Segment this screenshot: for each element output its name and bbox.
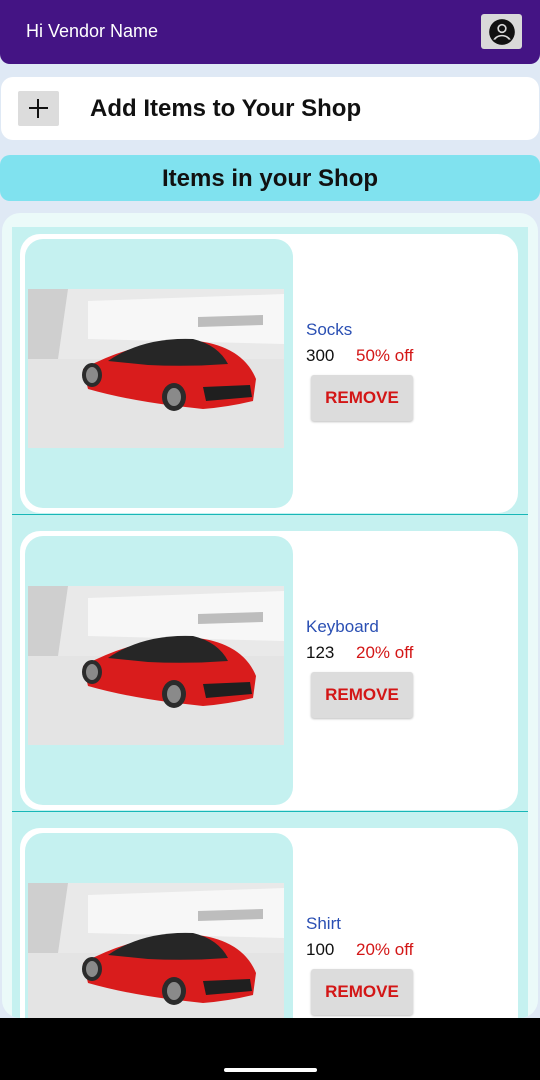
- item-price: 100: [306, 940, 335, 959]
- item-price: 123: [306, 643, 335, 662]
- item-name: Keyboard: [306, 617, 379, 636]
- add-items-label: Add Items to Your Shop: [90, 95, 362, 122]
- account-button[interactable]: [481, 14, 522, 49]
- account-circle-icon: [488, 18, 515, 45]
- item-price: 300: [306, 346, 335, 365]
- list-item: Socks 300 50% off REMOVE: [12, 227, 528, 515]
- list-item: Shirt 100 20% off REMOVE: [12, 821, 528, 1018]
- remove-item-button[interactable]: REMOVE: [311, 375, 413, 421]
- home-indicator[interactable]: [224, 1068, 317, 1072]
- item-name: Shirt: [306, 914, 341, 933]
- item-image-frame: [25, 239, 293, 508]
- item-image-frame: [25, 833, 293, 1018]
- item-name: Socks: [306, 320, 353, 339]
- remove-item-button[interactable]: REMOVE: [311, 969, 413, 1015]
- item-photo: [28, 883, 284, 1018]
- item-card: Shirt 100 20% off REMOVE: [20, 828, 518, 1018]
- item-photo: [28, 289, 284, 448]
- item-photo: [28, 586, 284, 745]
- section-title: Items in your Shop: [161, 165, 379, 192]
- item-discount: 50% off: [356, 346, 414, 365]
- item-image-frame: [25, 536, 293, 805]
- item-card: Socks 300 50% off REMOVE: [20, 234, 518, 513]
- shop-items-panel[interactable]: Socks 300 50% off REMOVE Keyboard 123 20…: [2, 213, 538, 1018]
- list-item: Keyboard 123 20% off REMOVE: [12, 524, 528, 812]
- item-discount: 20% off: [356, 643, 414, 662]
- item-card: Keyboard 123 20% off REMOVE: [20, 531, 518, 810]
- item-discount: 20% off: [356, 940, 414, 959]
- add-items-card[interactable]: Add Items to Your Shop: [1, 77, 539, 140]
- remove-item-button[interactable]: REMOVE: [311, 672, 413, 718]
- app-top-bar: Hi Vendor Name: [0, 0, 540, 64]
- vendor-greeting: Hi Vendor Name: [26, 21, 159, 41]
- section-header: Items in your Shop: [0, 155, 540, 201]
- shop-items-list[interactable]: Socks 300 50% off REMOVE Keyboard 123 20…: [12, 227, 528, 1018]
- add-item-button[interactable]: [18, 91, 59, 126]
